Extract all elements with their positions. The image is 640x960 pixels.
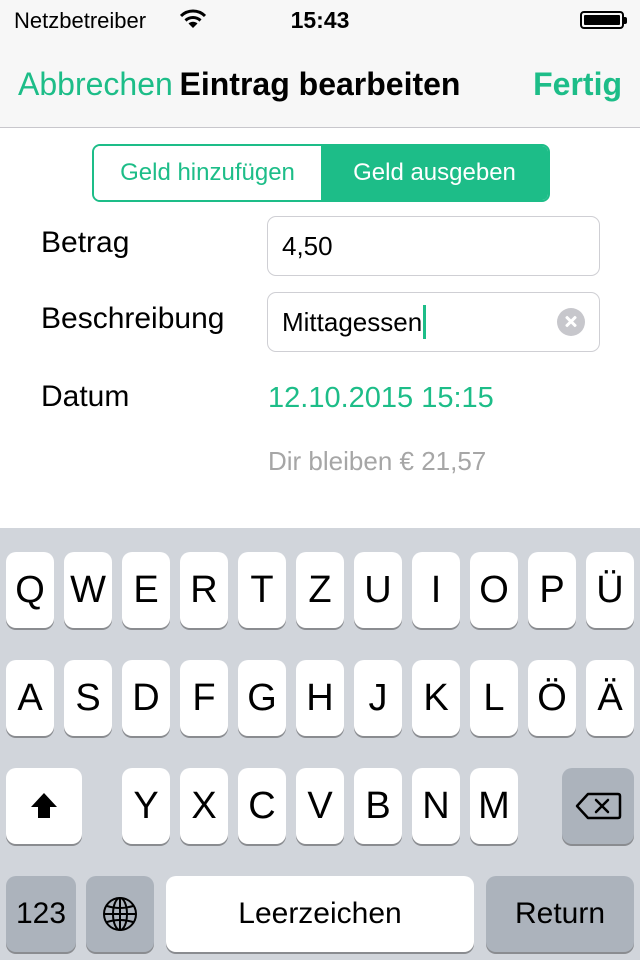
key-s[interactable]: S (64, 660, 112, 736)
key-f[interactable]: F (180, 660, 228, 736)
key-r[interactable]: R (180, 552, 228, 628)
description-value: Mittagessen (282, 306, 423, 337)
segment-spend-money[interactable]: Geld ausgeben (321, 146, 548, 200)
segment-add-money[interactable]: Geld hinzufügen (94, 146, 321, 200)
key-e[interactable]: E (122, 552, 170, 628)
key-g[interactable]: G (238, 660, 286, 736)
key-a[interactable]: A (6, 660, 54, 736)
key-o[interactable]: O (470, 552, 518, 628)
done-button[interactable]: Fertig (533, 66, 622, 103)
key-z[interactable]: Z (296, 552, 344, 628)
text-cursor (423, 305, 427, 339)
numbers-key[interactable]: 123 (6, 876, 76, 952)
key-m[interactable]: M (470, 768, 518, 844)
key-q[interactable]: Q (6, 552, 54, 628)
backspace-icon (575, 792, 622, 820)
key-t[interactable]: T (238, 552, 286, 628)
return-key[interactable]: Return (486, 876, 634, 952)
keyboard: Q W E R T Z U I O P Ü A S D F G H J K L … (0, 528, 640, 960)
description-field[interactable]: Mittagessen (267, 292, 600, 352)
shift-key[interactable] (6, 768, 82, 844)
description-label: Beschreibung (41, 302, 225, 335)
key-v[interactable]: V (296, 768, 344, 844)
key-u[interactable]: U (354, 552, 402, 628)
remaining-balance: Dir bleiben € 21,57 (268, 446, 487, 476)
key-n[interactable]: N (412, 768, 460, 844)
amount-value: 4,50 (282, 230, 333, 261)
key-j[interactable]: J (354, 660, 402, 736)
key-c[interactable]: C (238, 768, 286, 844)
key-o-umlaut[interactable]: Ö (528, 660, 576, 736)
status-time: 15:43 (290, 7, 350, 33)
key-b[interactable]: B (354, 768, 402, 844)
transaction-type-segment: Geld hinzufügen Geld ausgeben (92, 144, 550, 202)
key-d[interactable]: D (122, 660, 170, 736)
key-h[interactable]: H (296, 660, 344, 736)
battery-icon (580, 11, 627, 29)
shift-icon (31, 793, 57, 818)
date-label: Datum (41, 380, 130, 413)
key-k[interactable]: K (412, 660, 460, 736)
clear-icon[interactable] (557, 308, 585, 336)
date-value[interactable]: 12.10.2015 15:15 (268, 382, 494, 415)
key-x[interactable]: X (180, 768, 228, 844)
globe-key[interactable] (86, 876, 154, 952)
key-w[interactable]: W (64, 552, 112, 628)
key-p[interactable]: P (528, 552, 576, 628)
status-bar: Netzbetreiber 15:43 (0, 0, 640, 40)
key-y[interactable]: Y (122, 768, 170, 844)
space-key[interactable]: Leerzeichen (166, 876, 474, 952)
key-a-umlaut[interactable]: Ä (586, 660, 634, 736)
key-l[interactable]: L (470, 660, 518, 736)
amount-label: Betrag (41, 226, 130, 259)
key-i[interactable]: I (412, 552, 460, 628)
key-u-umlaut[interactable]: Ü (586, 552, 634, 628)
backspace-key[interactable] (562, 768, 634, 844)
globe-icon (103, 897, 137, 931)
amount-field[interactable]: 4,50 (267, 216, 600, 276)
navigation-bar: Abbrechen Eintrag bearbeiten Fertig (0, 40, 640, 128)
